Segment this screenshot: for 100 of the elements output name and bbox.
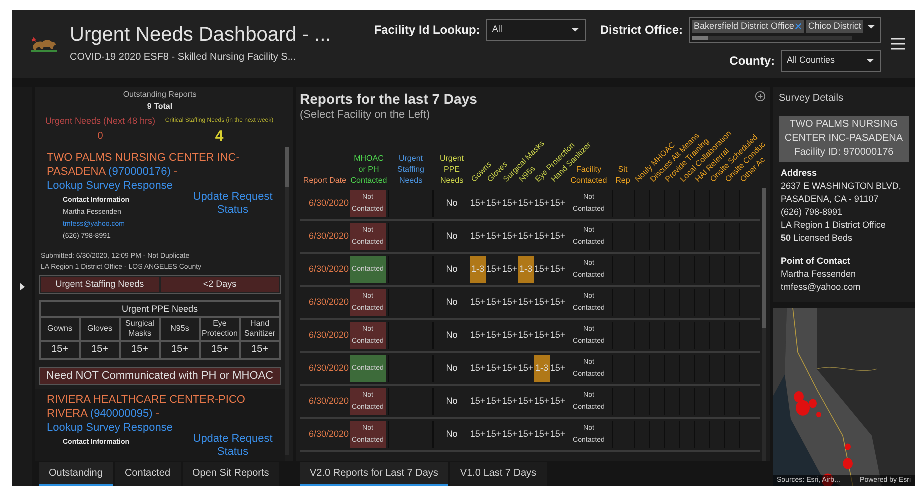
table-cell-text: 15+ — [550, 428, 566, 441]
urgent-label: Urgent Needs (Next 48 hrs) — [44, 115, 157, 128]
table-cell-text: 15+ — [550, 296, 566, 309]
caret-icon — [571, 26, 580, 32]
column-header: Gloves — [80, 316, 120, 340]
table-cell-text: 15+ — [470, 428, 486, 441]
table-cell-text: 15+ — [534, 230, 550, 243]
reports-subtitle: (Select Facility on the Left) — [300, 108, 432, 122]
table-cell: 15+ — [80, 340, 120, 358]
table-cell-text: 6/30/2020 — [308, 362, 350, 375]
table-cell-text: 15+ — [534, 428, 550, 441]
tab[interactable]: Contacted — [114, 462, 181, 486]
table-cell-text: 15+ — [534, 262, 550, 276]
column-header: Gowns — [40, 316, 80, 340]
column-header: Hand Sanitizer — [240, 316, 280, 340]
panel-title: Survey Details — [779, 92, 844, 106]
table-cell-text: 15+ — [502, 362, 518, 375]
address-line: (626) 798-8991 — [781, 206, 844, 219]
table-cell-text: 15+ — [550, 394, 566, 408]
table-cell-text: 15+ — [502, 296, 518, 309]
column-header: MHOAC or PH Contacted — [350, 153, 388, 186]
survey-link[interactable]: Lookup Survey Response — [47, 422, 173, 434]
status-banner: Need NOT Communicated with PH or MHOAC — [39, 366, 281, 384]
filter-chip[interactable]: Bakersfield District Office — [692, 20, 804, 32]
expand-icon[interactable] — [20, 282, 24, 290]
update-status-link[interactable]: Update Request Status — [193, 432, 273, 458]
scrollbar[interactable] — [762, 188, 766, 461]
column-header: Eye Protection — [200, 316, 240, 340]
dropdown[interactable]: All — [486, 18, 586, 40]
tab[interactable]: Open Sit Reports — [182, 462, 280, 486]
dashboard-title: Urgent Needs Dashboard - ... — [70, 24, 332, 46]
beds-text: 50 Licensed Beds — [781, 232, 854, 245]
table-cell-text: No — [445, 328, 459, 342]
filter-label: Facility Id Lookup: — [374, 22, 480, 38]
filter-chip[interactable]: Chico District — [806, 20, 864, 32]
close-icon[interactable] — [795, 22, 802, 30]
table-cell-text: 15+ — [534, 328, 550, 342]
table-cell-text: 15+ — [470, 196, 486, 210]
table-cell-text: 15+ — [470, 230, 486, 243]
column-header: Urgent Staffing Needs — [396, 153, 426, 186]
multi-select-field[interactable]: Bakersfield District Office Chico District — [689, 16, 881, 42]
contact-email: tmfess@yahoo.com — [781, 281, 862, 294]
table-cell: 15+ — [40, 340, 80, 358]
table-cell: 1-3 — [534, 355, 550, 382]
table-cell-text: 15+ — [518, 296, 534, 309]
table-cell-text: 15+ — [518, 362, 534, 375]
table-cell-text: 15+ — [550, 328, 566, 342]
facility-id: Facility ID: 970000176 — [794, 146, 894, 160]
table-cell-text: 15+ — [486, 296, 502, 309]
filter-label: District Office: — [600, 22, 683, 38]
urgent-count: 0 — [96, 130, 104, 144]
caret-icon — [866, 58, 875, 64]
critical-count: 4 — [214, 128, 225, 144]
tab[interactable]: V2.0 Reports for Last 7 Days — [300, 462, 448, 486]
menu-icon[interactable] — [891, 38, 905, 50]
table-cell-text: 15+ — [550, 196, 566, 210]
address-line: PASADENA, CA - 91107 — [781, 193, 880, 206]
survey-link[interactable]: Lookup Survey Response — [47, 180, 173, 192]
facility-name: TWO PALMS NURSING CENTER INC-PASADENA — [784, 118, 904, 146]
table-cell-text: No — [445, 262, 459, 276]
table-cell-text: 15+ — [486, 262, 502, 276]
dropdown[interactable]: All Counties — [781, 50, 881, 72]
reports-title: Reports for the last 7 Days — [300, 91, 478, 108]
expand-icon[interactable] — [755, 91, 766, 102]
column-header: Urgent PPE Needs — [438, 153, 465, 186]
section-heading: Point of Contact — [781, 255, 852, 268]
table-cell-text: 6/30/2020 — [308, 230, 350, 243]
tab[interactable]: V1.0 Last 7 Days — [450, 462, 547, 486]
filter-label: County: — [730, 52, 775, 70]
column-header: N95s — [160, 316, 200, 340]
table-cell-text: 15+ — [470, 394, 486, 408]
table-cell-text: No — [445, 394, 459, 408]
table-cell-text: 15+ — [502, 428, 518, 441]
column-header: Sit Rep — [614, 164, 632, 186]
table-cell-text: 6/30/2020 — [308, 262, 350, 276]
dashboard-subtitle: COVID-19 2020 ESF8 - Skilled Nursing Facility S... — [70, 50, 298, 64]
tab[interactable]: Outstanding — [39, 462, 113, 486]
table-cell: 15+ — [240, 340, 280, 358]
update-status-link[interactable]: Update Request Status — [193, 190, 273, 216]
table-cell-text: 6/30/2020 — [308, 296, 350, 309]
summary-title: Outstanding Reports — [123, 89, 197, 101]
table-cell: <2 Days — [160, 276, 280, 292]
table-cell-text: 15+ — [470, 362, 486, 375]
table-cell: 1-3 — [470, 256, 486, 283]
table-cell-text: 15+ — [518, 328, 534, 342]
table-cell-text: 15+ — [550, 262, 566, 276]
table-cell-text: 15+ — [470, 328, 486, 342]
table-cell: 15+ — [160, 340, 200, 358]
table-cell: 15+ — [120, 340, 160, 358]
table-cell-text: 6/30/2020 — [308, 394, 350, 408]
table-cell-text: No — [445, 196, 459, 210]
section-heading: Address — [781, 167, 818, 180]
table-cell-text: 15+ — [550, 230, 566, 243]
column-header: Report Date — [303, 175, 347, 186]
table-cell: Urgent Staffing Needs — [40, 276, 160, 292]
table-cell-text: 15+ — [486, 196, 502, 210]
table-cell-text: 15+ — [502, 394, 518, 408]
table-cell-text: 15+ — [518, 428, 534, 441]
address-line: LA Region 1 District Office — [781, 219, 887, 232]
table-cell-text: 15+ — [486, 328, 502, 342]
